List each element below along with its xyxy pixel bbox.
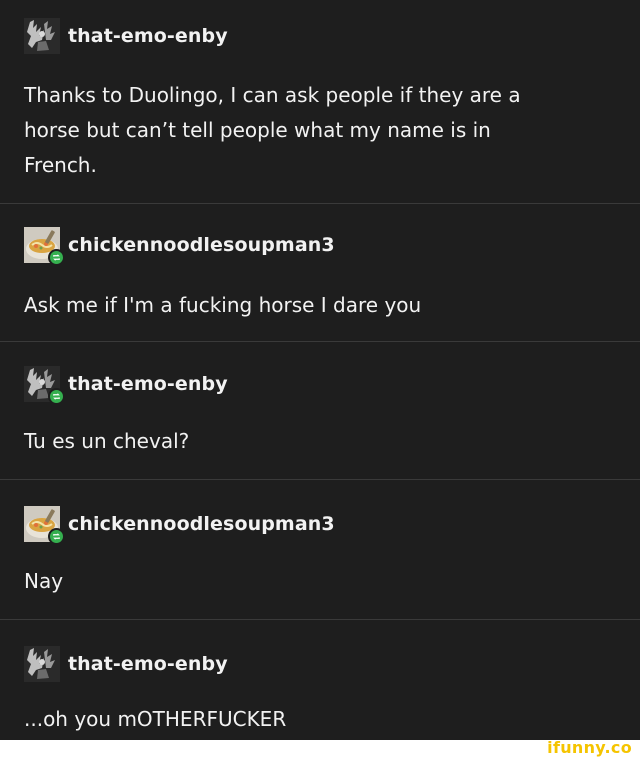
post-header: chickennoodlesoupman3	[24, 227, 335, 266]
post-header: chickennoodlesoupman3	[24, 506, 335, 545]
post-text-line: French.	[24, 153, 97, 177]
post-text: ...oh you mOTHERFUCKER	[24, 702, 584, 737]
post-chickennoodlesoupman3-2: chickennoodlesoupman3 Nay	[0, 480, 640, 620]
emo-figure-avatar-icon[interactable]	[24, 18, 60, 54]
post-text: Thanks to Duolingo, I can ask people if …	[24, 78, 584, 183]
post-header: that-emo-enby	[24, 18, 228, 54]
post-text-line: horse but can’t tell people what my name…	[24, 118, 491, 142]
post-that-emo-enby-1: that-emo-enby Thanks to Duolingo, I can …	[0, 0, 640, 204]
post-that-emo-enby-2: that-emo-enby Tu es un cheval?	[0, 342, 640, 480]
post-text-line: ...oh you mOTHERFUCKER	[24, 707, 287, 731]
reblog-icon	[48, 249, 65, 266]
username[interactable]: chickennoodlesoupman3	[68, 234, 335, 256]
ifunny-watermark: ifunny.co	[547, 738, 632, 757]
post-text: Tu es un cheval?	[24, 424, 584, 459]
soup-bowl-avatar-icon[interactable]	[24, 506, 65, 545]
post-text: Ask me if I'm a fucking horse I dare you	[24, 288, 584, 323]
post-text-line: Ask me if I'm a fucking horse I dare you	[24, 293, 422, 317]
emo-figure-avatar-icon[interactable]	[24, 366, 65, 405]
reblog-icon	[48, 388, 65, 405]
post-that-emo-enby-3: that-emo-enby ...oh you mOTHERFUCKER	[0, 620, 640, 740]
post-text-line: Thanks to Duolingo, I can ask people if …	[24, 83, 521, 107]
emo-figure-avatar-icon[interactable]	[24, 646, 60, 682]
username[interactable]: that-emo-enby	[68, 653, 228, 675]
post-text: Nay	[24, 564, 584, 599]
tumblr-thread: that-emo-enby Thanks to Duolingo, I can …	[0, 0, 640, 740]
reblog-icon	[48, 528, 65, 545]
post-text-line: Nay	[24, 569, 64, 593]
username[interactable]: that-emo-enby	[68, 25, 228, 47]
post-header: that-emo-enby	[24, 366, 228, 405]
username[interactable]: chickennoodlesoupman3	[68, 513, 335, 535]
username[interactable]: that-emo-enby	[68, 373, 228, 395]
post-chickennoodlesoupman3-1: chickennoodlesoupman3 Ask me if I'm a fu…	[0, 204, 640, 342]
post-header: that-emo-enby	[24, 646, 228, 682]
post-text-line: Tu es un cheval?	[24, 429, 190, 453]
soup-bowl-avatar-icon[interactable]	[24, 227, 65, 266]
footer-strip	[0, 740, 640, 759]
